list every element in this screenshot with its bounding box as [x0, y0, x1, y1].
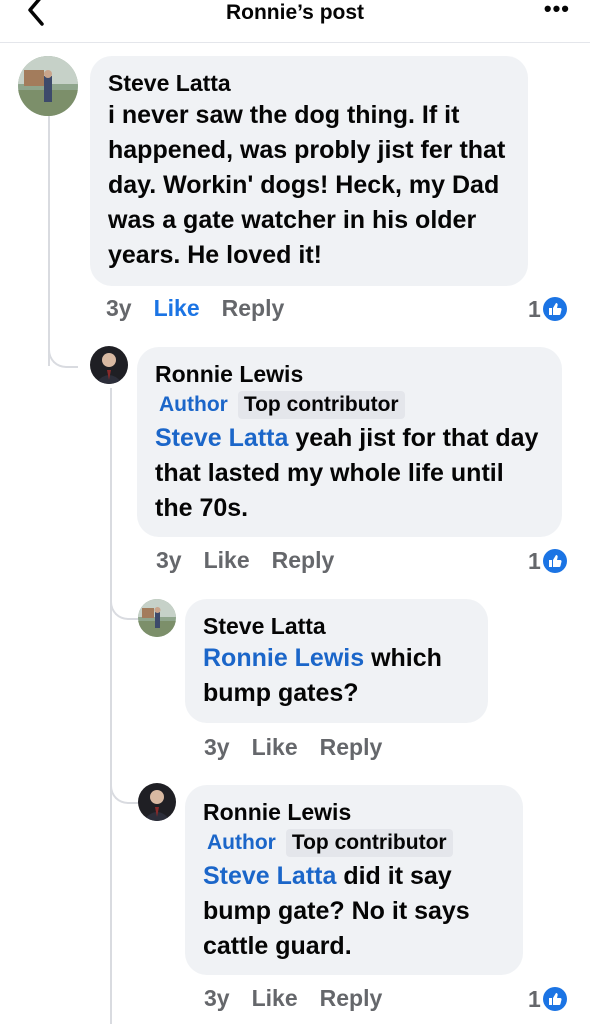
comment-text: Steve Latta yeah jist for that day that …: [155, 424, 539, 522]
like-button[interactable]: Like: [154, 295, 200, 322]
comment-author[interactable]: Steve Latta: [203, 611, 470, 641]
timestamp[interactable]: 3y: [204, 734, 230, 761]
author-badge: Author: [207, 831, 276, 854]
more-options-icon[interactable]: •••: [544, 0, 570, 20]
avatar[interactable]: [138, 599, 176, 637]
comment-author[interactable]: Steve Latta: [108, 68, 510, 98]
thumbs-up-icon: [542, 549, 567, 573]
reply-button[interactable]: Reply: [320, 734, 383, 761]
author-badges: Author Top contributor: [155, 391, 544, 419]
avatar[interactable]: [90, 346, 128, 384]
comment-actions: 3y Like Reply: [106, 292, 306, 324]
comment-bubble: Steve Latta i never saw the dog thing. I…: [90, 56, 528, 286]
timestamp[interactable]: 3y: [156, 547, 182, 574]
reply-button[interactable]: Reply: [320, 985, 383, 1012]
thumbs-up-icon: [542, 297, 567, 321]
thumbs-up-icon: [542, 987, 567, 1011]
comment-bubble: Ronnie Lewis Author Top contributor Stev…: [185, 785, 523, 975]
like-button[interactable]: Like: [252, 734, 298, 761]
comment-author[interactable]: Ronnie Lewis: [155, 359, 544, 389]
comment-text: Steve Latta did it say bump gate? No it …: [203, 862, 470, 960]
comment-actions: 3y Like Reply: [156, 544, 356, 576]
comment-text: i never saw the dog thing. If it happene…: [108, 101, 506, 269]
thread-line: [110, 590, 140, 620]
mention-link[interactable]: Steve Latta: [155, 424, 288, 452]
comment-bubble: Steve Latta Ronnie Lewis which bump gate…: [185, 599, 488, 723]
timestamp[interactable]: 3y: [106, 295, 132, 322]
thread-line: [110, 388, 112, 1024]
page-title: Ronnie’s post: [225, 1, 365, 24]
reaction-count[interactable]: 1: [528, 546, 567, 576]
thread-line: [110, 776, 140, 804]
comment-actions: 3y Like Reply: [204, 982, 404, 1014]
comment-actions: 3y Like Reply: [204, 731, 404, 763]
thread-line: [48, 116, 50, 366]
top-bar: Ronnie’s post •••: [0, 0, 590, 43]
avatar[interactable]: [18, 56, 78, 116]
top-contributor-badge: Top contributor: [285, 829, 453, 857]
reply-button[interactable]: Reply: [222, 295, 285, 322]
mention-link[interactable]: Ronnie Lewis: [203, 644, 364, 672]
reaction-count[interactable]: 1: [528, 984, 567, 1014]
comment-bubble: Ronnie Lewis Author Top contributor Stev…: [137, 347, 562, 537]
author-badges: Author Top contributor: [203, 829, 505, 857]
reply-button[interactable]: Reply: [272, 547, 335, 574]
author-badge: Author: [159, 393, 228, 416]
reaction-count[interactable]: 1: [528, 294, 567, 324]
comment-text: Ronnie Lewis which bump gates?: [203, 644, 442, 707]
mention-link[interactable]: Steve Latta: [203, 862, 336, 890]
top-contributor-badge: Top contributor: [237, 391, 405, 419]
timestamp[interactable]: 3y: [204, 985, 230, 1012]
thread-line: [48, 340, 78, 368]
avatar[interactable]: [138, 783, 176, 821]
like-button[interactable]: Like: [204, 547, 250, 574]
comment-author[interactable]: Ronnie Lewis: [203, 797, 505, 827]
like-button[interactable]: Like: [252, 985, 298, 1012]
